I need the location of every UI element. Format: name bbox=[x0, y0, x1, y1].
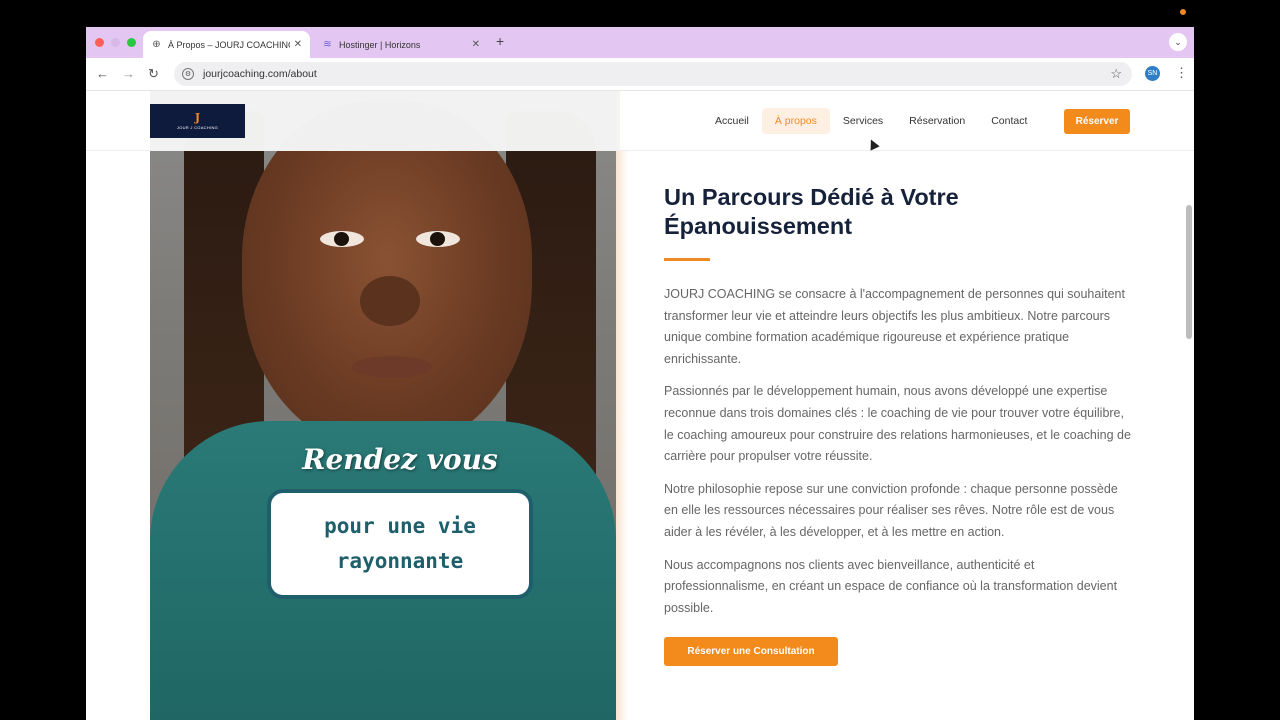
tab-title: Hostinger | Horizons bbox=[339, 39, 421, 50]
new-tab-button[interactable]: + bbox=[496, 33, 504, 49]
close-window-button[interactable] bbox=[95, 38, 104, 47]
about-paragraph: Notre philosophie repose sur une convict… bbox=[664, 481, 1118, 539]
about-paragraph: Passionnés par le développement humain, … bbox=[664, 384, 1131, 464]
nav-accueil[interactable]: Accueil bbox=[702, 108, 762, 134]
close-tab-icon[interactable]: ✕ bbox=[472, 39, 480, 50]
book-consultation-button[interactable]: Réserver une Consultation bbox=[664, 637, 838, 667]
about-content: Un Parcours Dédié à Votre Épanouissement… bbox=[664, 183, 1134, 667]
minimize-window-button[interactable] bbox=[111, 38, 120, 47]
menu-kebab-icon[interactable]: ⋮ bbox=[1175, 65, 1188, 81]
page-title: Un Parcours Dédié à Votre Épanouissement bbox=[664, 184, 959, 239]
reload-icon[interactable]: ↻ bbox=[148, 66, 159, 82]
bookmark-star-icon[interactable]: ☆ bbox=[1110, 66, 1122, 82]
tab-search-button[interactable]: ⌄ bbox=[1169, 33, 1187, 51]
browser-window: ⊕ À Propos – JOURJ COACHING ✕ ≋ Hostinge… bbox=[86, 27, 1194, 720]
web-page: Rendez vous pour une vie rayonnante J JO… bbox=[86, 91, 1194, 720]
maximize-window-button[interactable] bbox=[127, 38, 136, 47]
main-nav: Accueil À propos Services Réservation Co… bbox=[702, 108, 1040, 134]
screen: ⊕ À Propos – JOURJ COACHING ✕ ≋ Hostinge… bbox=[0, 0, 1280, 720]
site-settings-icon[interactable]: ⚙ bbox=[182, 68, 194, 80]
title-accent-divider bbox=[664, 258, 710, 261]
coach-portrait-image: Rendez vous pour une vie rayonnante bbox=[150, 91, 616, 720]
about-paragraph: JOURJ COACHING se consacre à l'accompagn… bbox=[664, 287, 1125, 366]
image-overlay-title: Rendez vous bbox=[302, 443, 498, 476]
tab-hostinger[interactable]: ≋ Hostinger | Horizons ✕ bbox=[314, 31, 488, 58]
profile-avatar[interactable]: SN bbox=[1145, 66, 1160, 81]
about-paragraph: Nous accompagnons nos clients avec bienv… bbox=[664, 557, 1118, 615]
chevron-down-icon: ⌄ bbox=[1174, 36, 1182, 47]
nav-a-propos[interactable]: À propos bbox=[761, 108, 830, 134]
globe-icon: ⊕ bbox=[152, 39, 161, 50]
reserve-button[interactable]: Réserver bbox=[1064, 109, 1130, 134]
url-text: jourjcoaching.com/about bbox=[203, 68, 317, 80]
nav-reservation[interactable]: Réservation bbox=[896, 108, 978, 134]
logo-name: JOUR J COACHING bbox=[176, 125, 219, 130]
browser-toolbar: ← → ↻ ⚙ jourjcoaching.com/about ☆ SN ⋮ bbox=[86, 58, 1194, 91]
close-tab-icon[interactable]: ✕ bbox=[294, 39, 302, 50]
nav-services[interactable]: Services bbox=[830, 108, 896, 134]
back-arrow-icon[interactable]: ← bbox=[96, 66, 109, 82]
tab-strip: ⊕ À Propos – JOURJ COACHING ✕ ≋ Hostinge… bbox=[86, 27, 1194, 58]
hostinger-icon: ≋ bbox=[323, 39, 332, 50]
site-header: J JOUR J COACHING Accueil À propos Servi… bbox=[86, 91, 1194, 151]
forward-arrow-icon[interactable]: → bbox=[122, 66, 135, 82]
address-bar[interactable]: ⚙ jourjcoaching.com/about ☆ bbox=[174, 62, 1132, 86]
tab-title: À Propos – JOURJ COACHING bbox=[168, 39, 290, 50]
logo-mark: J bbox=[194, 111, 201, 124]
page-scrollbar[interactable] bbox=[1186, 205, 1192, 339]
recording-indicator bbox=[1180, 9, 1186, 15]
site-logo[interactable]: J JOUR J COACHING bbox=[150, 104, 245, 138]
image-overlay-card: pour une vie rayonnante bbox=[267, 489, 533, 599]
nav-contact[interactable]: Contact bbox=[978, 108, 1040, 134]
image-overlay-card-text: pour une vie rayonnante bbox=[324, 514, 476, 573]
tab-about[interactable]: ⊕ À Propos – JOURJ COACHING ✕ bbox=[143, 31, 310, 58]
